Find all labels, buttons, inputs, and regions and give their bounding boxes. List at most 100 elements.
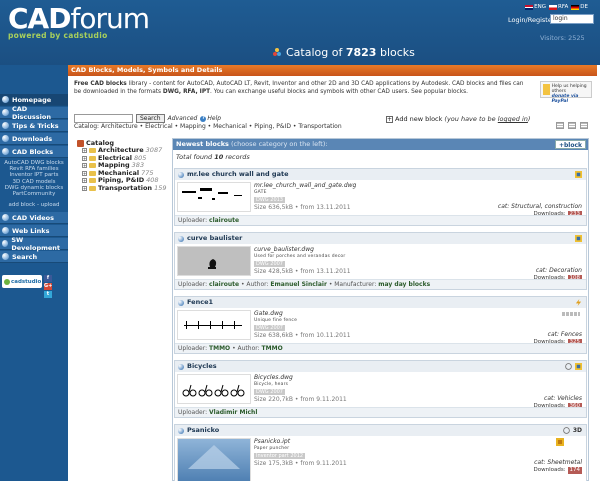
help-link[interactable]: ? Help xyxy=(200,115,221,122)
intro-area: Free CAD blocks library - content for Au… xyxy=(68,76,600,123)
advanced-link[interactable]: Advanced xyxy=(168,115,198,122)
nav-search[interactable]: Search xyxy=(0,251,68,264)
nav-cad-blocks[interactable]: CAD Blocks xyxy=(0,146,68,158)
bullet-icon xyxy=(2,109,9,116)
nav-cad-discussion[interactable]: CAD Discussion xyxy=(0,105,68,121)
catalog-count: 7823 xyxy=(345,46,377,59)
found-records: Total found 10 records xyxy=(176,153,250,161)
downloads: Downloads: 174 xyxy=(533,467,582,474)
block-thumbnail[interactable] xyxy=(177,310,251,340)
nav-cad-videos[interactable]: CAD Videos xyxy=(0,212,68,225)
add-block-link[interactable]: + Add new block (you have to be logged in… xyxy=(386,115,530,123)
view-toggles xyxy=(556,122,588,129)
file-name[interactable]: Bicycles.dwg xyxy=(254,374,584,381)
nav-tips-tricks[interactable]: Tips & Tricks xyxy=(0,120,68,132)
flag-rfa[interactable]: RFA xyxy=(549,4,568,10)
add-icon: + xyxy=(386,115,393,123)
card-footer: Uploader: clairoute • Author: Emanuel Si… xyxy=(175,279,586,289)
expand-icon[interactable]: + xyxy=(82,185,87,191)
flag-de-icon xyxy=(571,4,580,10)
uploader-link[interactable]: clairoute xyxy=(209,281,239,288)
fence-drawing xyxy=(184,321,242,329)
block-thumbnail[interactable] xyxy=(177,438,251,481)
download-count: 174 xyxy=(567,467,582,474)
grid-view-icon[interactable] xyxy=(568,122,576,129)
catalog-tree: Catalog + Architecture 3087 + Electrical 805… xyxy=(77,139,172,192)
card-title[interactable]: mr.lee church wall and gate xyxy=(175,169,586,180)
block-thumbnail[interactable] xyxy=(177,246,251,276)
nav-sw-development[interactable]: SW Development xyxy=(0,236,68,252)
card-footer: Uploader: clairoute xyxy=(175,215,586,225)
card-title[interactable]: Psanicko 3D xyxy=(175,425,586,436)
file-name[interactable]: mr.lee_church_wall_and_gate.dwg xyxy=(254,182,584,189)
block-description: GATE xyxy=(254,190,267,196)
section-title: CAD Blocks, Models, Symbols and Details xyxy=(68,65,597,76)
google-plus-icon[interactable]: G+ xyxy=(44,283,52,291)
nav-downloads[interactable]: Downloads xyxy=(0,133,68,145)
detail-view-icon[interactable] xyxy=(580,122,588,129)
expand-icon[interactable]: + xyxy=(82,163,87,169)
uploader-link[interactable]: Vladimir Michl xyxy=(209,409,257,416)
block-meta: mr.lee_church_wall_and_gate.dwg GATE DWG… xyxy=(254,182,584,218)
donate-icon xyxy=(543,84,550,95)
bullet-icon xyxy=(178,171,184,178)
card-title[interactable]: Bicycles xyxy=(175,361,586,372)
card-footer: Uploader: TMMO • Author: TMMO xyxy=(175,343,586,353)
author-link[interactable]: Emanuel Sinclair xyxy=(270,281,326,288)
clock-icon xyxy=(565,363,572,370)
manufacturer-link[interactable]: may day blocks xyxy=(378,281,430,288)
left-sidebar: Homepage CAD Discussion Tips & Tricks Do… xyxy=(0,65,68,481)
block-card: Psanicko 3D Psanicko.ipt Paper puncher I… xyxy=(174,424,587,481)
cadstudio-badge[interactable]: cadstudio xyxy=(2,275,42,289)
block-thumbnail[interactable] xyxy=(177,182,251,212)
3d-badge: 3D xyxy=(572,427,582,434)
flag-cz-icon xyxy=(549,4,558,10)
uploader-link[interactable]: clairoute xyxy=(209,217,239,224)
rating-stars[interactable] xyxy=(562,312,580,316)
block-meta: Gate.dwg Unique fine fence DWG 2007 Size… xyxy=(254,310,584,346)
search-button[interactable]: Search xyxy=(136,114,165,123)
paypal-donate[interactable]: Help us helping others donate via PayPal xyxy=(540,81,592,104)
block-description: Used for porches and verandas decor xyxy=(254,254,346,260)
flag-de[interactable]: DE xyxy=(571,4,588,10)
inventor-file-icon xyxy=(556,438,564,446)
add-block-button[interactable]: +block xyxy=(554,140,586,149)
format-tag: Inventor part 2012 xyxy=(254,453,306,460)
file-name[interactable]: Psanicko.ipt xyxy=(254,438,584,445)
bullet-icon xyxy=(178,235,184,242)
sublink-add-block[interactable]: add block - upload xyxy=(0,202,68,208)
cad-blocks-sublinks: AutoCAD DWG blocks Revit RFA families In… xyxy=(0,158,68,211)
clock-icon xyxy=(563,427,570,434)
cadforum-logo[interactable]: CADforum powered by cadstudio xyxy=(8,5,150,41)
folder-icon xyxy=(89,155,96,161)
help-icon: ? xyxy=(200,115,207,122)
expand-icon[interactable]: + xyxy=(82,148,87,154)
sublink-inventor[interactable]: Inventor IPT parts xyxy=(0,172,68,178)
newest-blocks-panel: Newest blocks (choose category on the le… xyxy=(172,138,589,481)
author-link[interactable]: TMMO xyxy=(262,345,283,352)
twitter-icon[interactable]: t xyxy=(44,291,52,299)
card-title[interactable]: curve baulister xyxy=(175,233,586,244)
facebook-icon[interactable]: f xyxy=(44,275,52,283)
block-meta: curve_baulister.dwg Used for porches and… xyxy=(254,246,584,282)
block-thumbnail[interactable] xyxy=(177,374,251,404)
flag-eng[interactable]: ENG xyxy=(525,4,546,10)
church-gate-drawing xyxy=(182,188,242,200)
catalog-book-icon xyxy=(77,139,84,147)
expand-icon[interactable]: + xyxy=(82,178,87,184)
expand-icon[interactable]: + xyxy=(82,155,87,161)
block-meta: Bicycles.dwg Bicycle, hears DWG 2007 Siz… xyxy=(254,374,584,410)
tree-item-transportation[interactable]: + Transportation 159 xyxy=(77,184,172,193)
format-tag: DWG 2007 xyxy=(254,389,285,396)
search-input[interactable] xyxy=(74,114,133,123)
folder-icon xyxy=(89,163,96,169)
block-description: Bicycle, hears xyxy=(254,382,289,388)
file-name[interactable]: curve_baulister.dwg xyxy=(254,246,584,253)
expand-icon[interactable]: + xyxy=(82,170,87,176)
card-title[interactable]: Fence1 xyxy=(175,297,586,308)
login-input[interactable]: login xyxy=(550,14,594,24)
login-link[interactable]: logged in xyxy=(498,115,528,123)
file-name[interactable]: Gate.dwg xyxy=(254,310,584,317)
uploader-link[interactable]: TMMO xyxy=(209,345,230,352)
list-view-icon[interactable] xyxy=(556,122,564,129)
